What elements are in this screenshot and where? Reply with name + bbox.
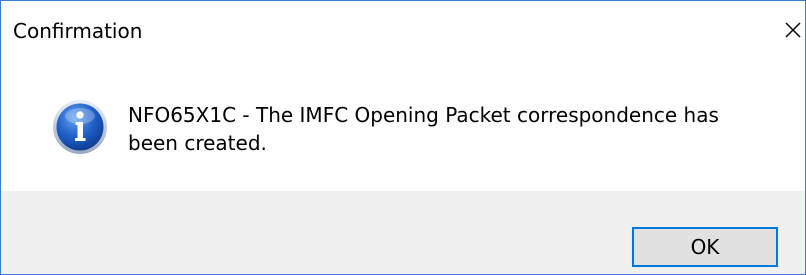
- dialog-title: Confirmation: [13, 19, 143, 43]
- title-bar[interactable]: Confirmation: [1, 1, 805, 59]
- confirmation-message: NFO65X1C - The IMFC Opening Packet corre…: [128, 103, 719, 155]
- info-icon: [53, 100, 107, 154]
- close-icon: [785, 22, 801, 38]
- focus-ring: [636, 231, 774, 263]
- confirmation-dialog: Confirmation NFO65X1C - The IMFC Opening…: [0, 0, 806, 275]
- close-button[interactable]: [777, 13, 805, 47]
- dialog-body: NFO65X1C - The IMFC Opening Packet corre…: [1, 59, 805, 191]
- dialog-footer: OK: [1, 191, 805, 274]
- ok-button[interactable]: OK: [632, 227, 778, 267]
